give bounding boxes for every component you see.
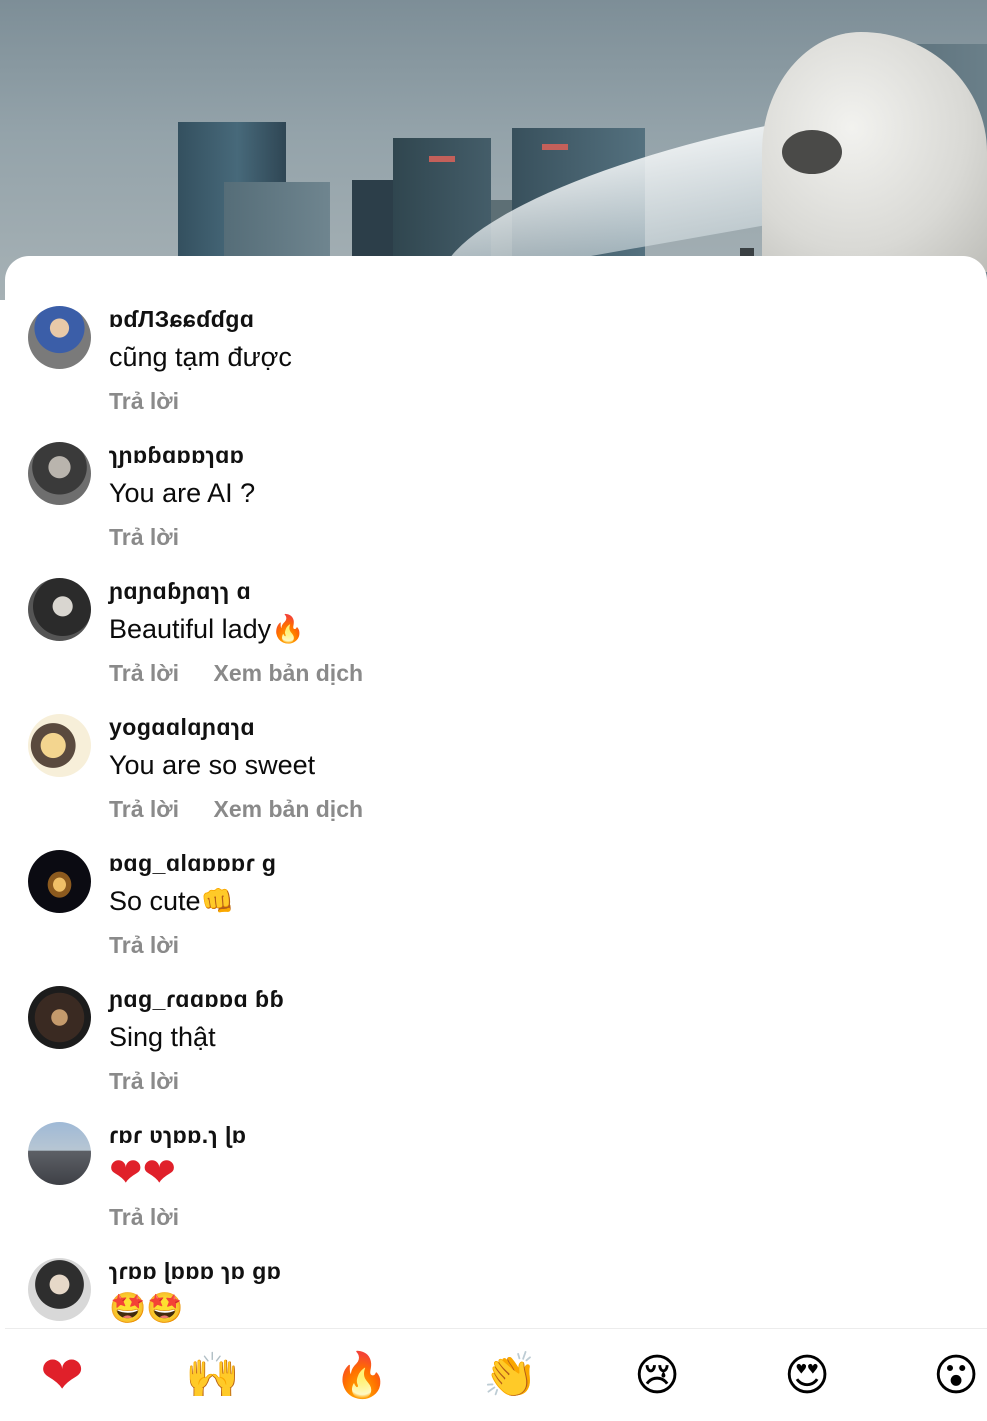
avatar[interactable] — [28, 306, 91, 369]
avatar[interactable] — [28, 714, 91, 777]
avatar[interactable] — [28, 986, 91, 1049]
background-photo — [0, 0, 987, 300]
comment-actions: Trả lời — [109, 522, 209, 552]
comment-actions: Trả lời Xem bản dịch — [109, 794, 393, 824]
comment-username[interactable]: ɾɒɾ ʋɿɒɒ.ɿ ɭɒ — [109, 1122, 246, 1148]
comment-username[interactable]: ɿɲɒɓɑɒɒɿɑɒ — [109, 442, 244, 468]
comment-item: ɒɗЛЗɕɕɗɗɡɑ cũng tạm được Trả lời — [5, 306, 987, 442]
comment-text: Sing thật — [109, 1022, 216, 1052]
comment-text: cũng tạm được — [109, 342, 292, 372]
avatar[interactable] — [28, 850, 91, 913]
reply-button[interactable]: Trả lời — [109, 1202, 179, 1232]
merlion-mouth — [782, 130, 842, 174]
comment-text: Beautiful lady🔥 — [109, 614, 305, 644]
comment-text: ❤❤ — [109, 1150, 177, 1196]
comment-text: So cute👊 — [109, 886, 235, 916]
comment-username[interactable]: ɲɑɲɑɓɲɑɿɿ ɑ — [109, 578, 251, 604]
reply-button[interactable]: Trả lời — [109, 386, 179, 416]
reply-button[interactable]: Trả lời — [109, 658, 179, 688]
comment-item: yogɑɑlɑɲɑɿɑ You are so sweet Trả lời Xem… — [5, 714, 987, 850]
reply-button[interactable]: Trả lời — [109, 1066, 179, 1096]
clapping-hands-icon[interactable]: 👏 — [483, 1349, 538, 1403]
comment-username[interactable]: yogɑɑlɑɲɑɿɑ — [109, 714, 255, 740]
comment-actions: Trả lời — [109, 386, 209, 416]
comment-actions: Trả lời — [109, 1066, 209, 1096]
avatar[interactable] — [28, 1258, 91, 1321]
comment-item: ɿɲɒɓɑɒɒɿɑɒ You are AI ? Trả lời — [5, 442, 987, 578]
comment-actions: Trả lời Xem bản dịch — [109, 658, 393, 688]
comment-text: 🤩🤩 — [109, 1291, 184, 1326]
comment-item: ɲɑɲɑɓɲɑɿɿ ɑ Beautiful lady🔥 Trả lời Xem … — [5, 578, 987, 714]
comment-item: ɲɑɡ_ɾɑɑɒɒɑ ɓɓ Sing thật Trả lời — [5, 986, 987, 1122]
fire-icon[interactable]: 🔥 — [334, 1349, 389, 1403]
comment-actions: Trả lời — [109, 930, 209, 960]
comment-username[interactable]: ɒɑg_ɑlɑɒɒɒɾ ɡ — [109, 850, 276, 876]
heart-icon[interactable]: ❤ — [35, 1349, 89, 1403]
comment-actions: Trả lời — [109, 1202, 209, 1232]
avatar[interactable] — [28, 442, 91, 505]
comment-item: ɒɑg_ɑlɑɒɒɒɾ ɡ So cute👊 Trả lời — [5, 850, 987, 986]
comment-username[interactable]: ɲɑɡ_ɾɑɑɒɒɑ ɓɓ — [109, 986, 284, 1012]
comment-text: You are so sweet — [109, 750, 316, 780]
raising-hands-icon[interactable]: 🙌 — [185, 1349, 240, 1403]
comment-text: You are AI ? — [109, 478, 256, 508]
reply-button[interactable]: Trả lời — [109, 930, 179, 960]
comments-sheet: ɒɗЛЗɕɕɗɗɡɑ cũng tạm được Trả lời ɿɲɒɓɑɒɒ… — [5, 256, 987, 1420]
avatar[interactable] — [28, 1122, 91, 1185]
surprised-face-icon[interactable]: 😮 — [929, 1349, 983, 1403]
emoji-reaction-bar: ❤ 🙌 🔥 👏 😢 😍 😮 — [5, 1328, 987, 1421]
reply-button[interactable]: Trả lời — [109, 522, 179, 552]
comment-username[interactable]: ɿɾɒɒ ɭɒɒɒ ɿɒ ɡɒ — [109, 1258, 281, 1284]
see-translation-button[interactable]: Xem bản dịch — [214, 794, 364, 824]
comment-username[interactable]: ɒɗЛЗɕɕɗɗɡɑ — [109, 306, 254, 332]
comment-item: ɾɒɾ ʋɿɒɒ.ɿ ɭɒ ❤❤ Trả lời — [5, 1122, 987, 1258]
heart-eyes-icon[interactable]: 😍 — [780, 1349, 834, 1403]
reply-button[interactable]: Trả lời — [109, 794, 179, 824]
see-translation-button[interactable]: Xem bản dịch — [214, 658, 364, 688]
avatar[interactable] — [28, 578, 91, 641]
crying-face-icon[interactable]: 😢 — [630, 1349, 684, 1403]
